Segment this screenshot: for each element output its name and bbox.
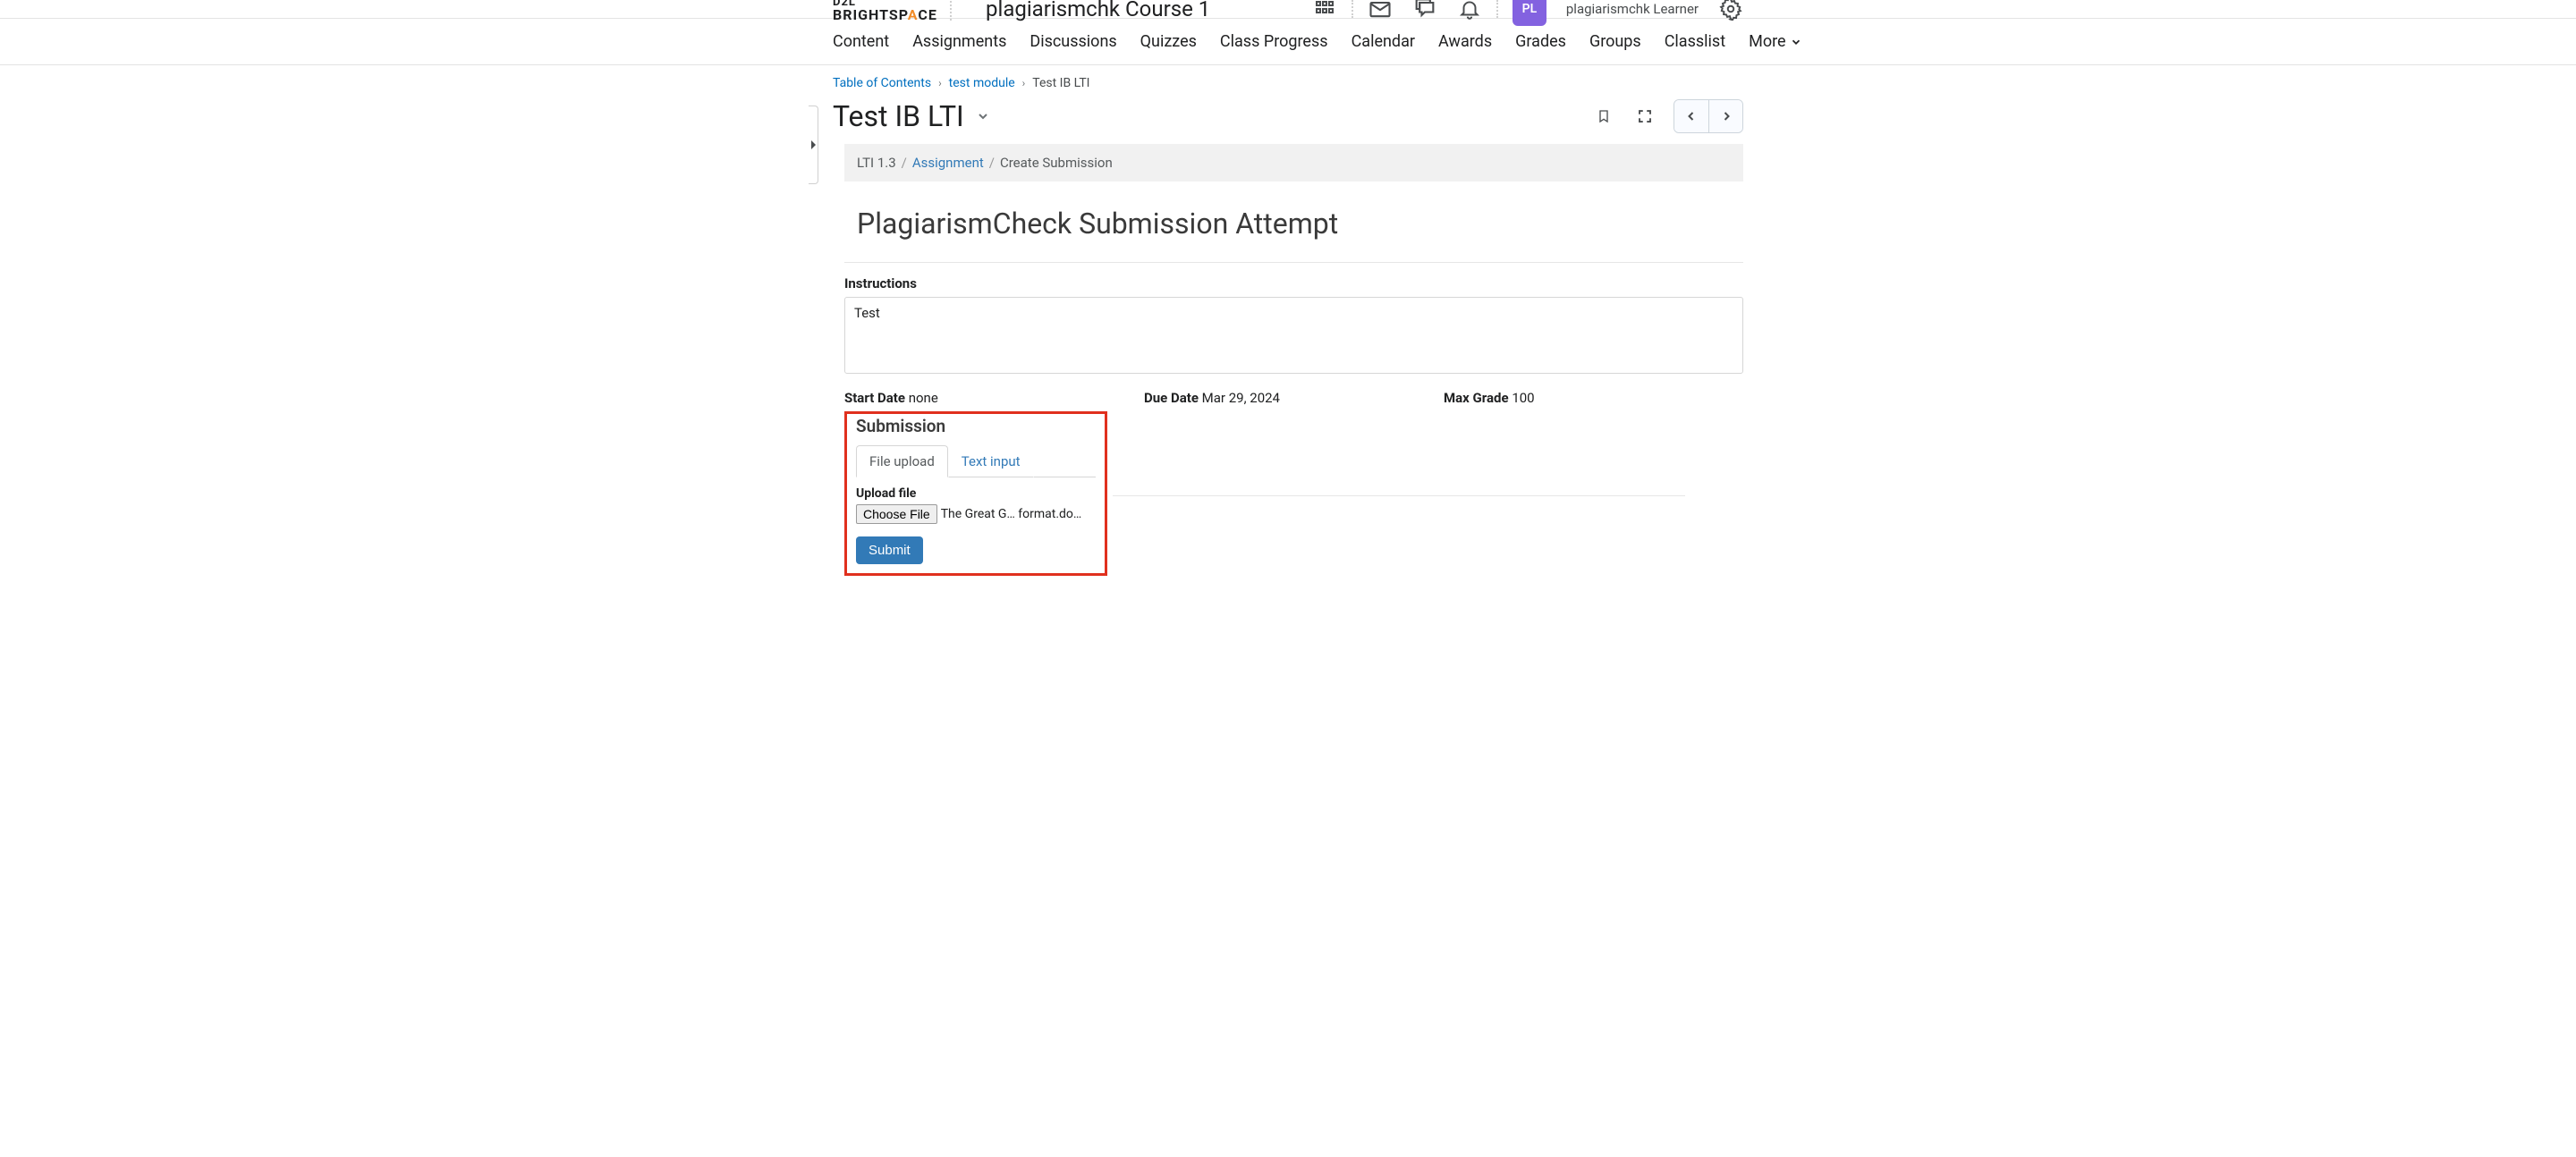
tab-file-upload[interactable]: File upload (856, 445, 948, 477)
chevron-right-icon: › (938, 77, 942, 89)
chevron-right-icon: › (1022, 77, 1026, 89)
nav-discussions[interactable]: Discussions (1030, 32, 1116, 51)
instructions-label: Instructions (844, 263, 1743, 297)
apps-icon[interactable] (1312, 0, 1337, 21)
breadcrumb-toc[interactable]: Table of Contents (833, 76, 931, 90)
nav-grades[interactable]: Grades (1515, 32, 1566, 51)
inner-breadcrumb: LTI 1.3 / Assignment / Create Submission (844, 144, 1743, 182)
submission-heading: Submission (856, 414, 1096, 445)
instructions-box: Test (844, 297, 1743, 374)
nav-content[interactable]: Content (833, 32, 889, 51)
prev-button[interactable] (1674, 100, 1708, 132)
nav-class-progress[interactable]: Class Progress (1220, 32, 1328, 51)
page-title-dropdown[interactable] (975, 108, 991, 124)
upload-file-label: Upload file (856, 477, 1096, 504)
nav-classlist[interactable]: Classlist (1665, 32, 1725, 51)
nav-awards[interactable]: Awards (1438, 32, 1492, 51)
course-title[interactable]: plagiarismchk Course 1 (986, 0, 1210, 21)
breadcrumb-current: Test IB LTI (1032, 76, 1089, 90)
breadcrumb: Table of Contents › test module › Test I… (833, 65, 1743, 96)
meta-max-grade: Max Grade 100 (1444, 390, 1743, 406)
inner-bc-create: Create Submission (1000, 155, 1113, 171)
nav-calendar[interactable]: Calendar (1352, 32, 1415, 51)
brightspace-logo[interactable]: D2L BRIGHTSPACE (833, 0, 937, 22)
logo-brightspace: BRIGHTSPACE (833, 8, 937, 22)
divider (1496, 0, 1498, 18)
nav-quizzes[interactable]: Quizzes (1140, 32, 1197, 51)
submission-panel: Submission File upload Text input Upload… (844, 411, 1107, 576)
avatar[interactable]: PL (1513, 0, 1546, 26)
divider (1113, 495, 1685, 496)
nav-groups[interactable]: Groups (1589, 32, 1641, 51)
nav-more[interactable]: More (1749, 32, 1801, 51)
bookmark-icon[interactable] (1591, 104, 1616, 129)
meta-start-date: Start Date none (844, 390, 1144, 406)
mail-icon[interactable] (1368, 0, 1393, 21)
gear-icon[interactable] (1718, 0, 1743, 21)
next-button[interactable] (1708, 100, 1742, 132)
submit-button[interactable]: Submit (856, 536, 923, 564)
main-nav: Content Assignments Discussions Quizzes … (587, 19, 1989, 64)
inner-bc-lti: LTI 1.3 (857, 155, 896, 171)
tab-text-input[interactable]: Text input (948, 445, 1034, 477)
fullscreen-icon[interactable] (1632, 104, 1657, 129)
messages-icon[interactable] (1412, 0, 1437, 21)
submission-title: PlagiarismCheck Submission Attempt (844, 182, 1743, 262)
breadcrumb-module[interactable]: test module (949, 76, 1015, 90)
divider (950, 0, 952, 21)
notifications-icon[interactable] (1457, 0, 1482, 21)
chosen-file-name: The Great G… format.docx (941, 507, 1084, 521)
inner-bc-assignment[interactable]: Assignment (912, 155, 984, 171)
instructions-text: Test (854, 305, 880, 321)
nav-assignments[interactable]: Assignments (912, 32, 1006, 51)
username-label[interactable]: plagiarismchk Learner (1566, 1, 1699, 17)
page-title: Test IB LTI (833, 99, 964, 133)
expand-sidebar-handle[interactable] (809, 106, 818, 184)
choose-file-button[interactable]: Choose File (856, 504, 937, 524)
divider (1352, 0, 1353, 18)
meta-due-date: Due Date Mar 29, 2024 (1144, 390, 1444, 406)
